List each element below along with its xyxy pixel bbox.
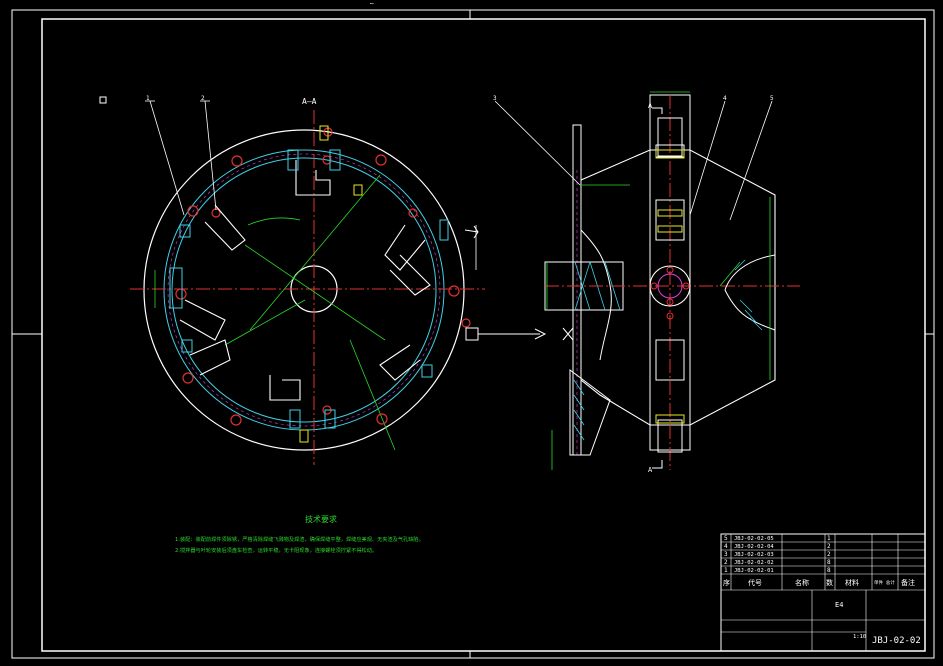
- view-arrow: [465, 327, 574, 341]
- section-view-a-a: A—A 1 2: [130, 95, 485, 465]
- header-remark: 备注: [901, 578, 915, 587]
- parts-row-4-code: JBJ-02-02-02: [734, 560, 774, 566]
- section-mark-bottom: A: [648, 466, 653, 474]
- parts-row-1-qty: 1: [827, 535, 831, 542]
- parts-row-3-qty: 2: [827, 551, 831, 558]
- parts-row-2-no: 4: [724, 543, 728, 550]
- section-label: A—A: [302, 97, 317, 106]
- balloon-4: 4: [723, 95, 727, 102]
- parts-row-3-code: JBJ-02-02-03: [734, 552, 774, 558]
- parts-row-5-no: 1: [724, 567, 728, 574]
- balloon-2: 2: [201, 95, 205, 102]
- section-mark-top: A: [648, 102, 653, 110]
- header-weight: 单件 总计: [874, 579, 895, 586]
- clamp-accents: [299, 125, 363, 443]
- parts-row-5-code: JBJ-02-02-01: [734, 568, 774, 574]
- balloon-1: 1: [146, 95, 150, 102]
- header-no: 序: [723, 578, 730, 587]
- parts-row-4-qty: 8: [827, 559, 831, 566]
- header-name: 名称: [795, 578, 809, 587]
- bolt-holes: [175, 127, 471, 426]
- parts-row-4-no: 2: [724, 559, 728, 566]
- outer-disk: [143, 129, 465, 451]
- drawing-number: JBJ-02-02: [872, 636, 921, 646]
- tech-req-title: 技术要求: [305, 514, 337, 524]
- tech-req-line-2: 2.搅拌器与叶轮安装后须盘车检查，运转平稳，无卡阻现象，连接螺栓须拧紧不得松动。: [175, 546, 377, 554]
- parts-row-1-no: 5: [724, 535, 728, 542]
- parts-row-5-qty: 8: [827, 567, 831, 574]
- toolbar-square-icon[interactable]: [99, 96, 107, 104]
- ring-outer: [163, 149, 445, 431]
- sheet-label: E4: [835, 601, 843, 609]
- blade-brackets: [179, 160, 431, 401]
- balloon-5: 5: [770, 95, 774, 102]
- tech-req-line-1: 1.装配：装配前焊件须除锈，严格清除焊缝飞溅物及焊渣，确保焊缝平整，焊缝应美观、…: [175, 535, 424, 543]
- title-block: 5 JBJ-02-02-05 1 4 JBJ-02-02-04 2 3 JBJ-…: [720, 533, 926, 652]
- header-code: 代号: [748, 578, 762, 587]
- scale-label: 1:10: [853, 634, 866, 640]
- header-qty: 数: [826, 578, 833, 587]
- parts-row-3-no: 3: [724, 551, 728, 558]
- inner-frame: [41, 18, 926, 652]
- side-view: 3 4 5 A A: [493, 91, 800, 474]
- parts-row-2-qty: 2: [827, 543, 831, 550]
- window-title: …: [370, 0, 374, 6]
- parts-row-1-code: JBJ-02-02-05: [734, 536, 774, 542]
- balloon-3: 3: [493, 95, 497, 102]
- technical-requirements: 技术要求 1.装配：装配前焊件须除锈，严格清除焊缝飞溅物及焊渣，确保焊缝平整，焊…: [175, 514, 424, 554]
- header-material: 材料: [845, 578, 859, 587]
- cad-drawing-canvas[interactable]: … A—A 1 2 3 4 5 A A 技术要求 1.装配：装配前焊件须除锈，严…: [0, 0, 943, 666]
- ring-inner: [171, 157, 437, 423]
- leaders: [145, 100, 217, 216]
- parts-row-2-code: JBJ-02-02-04: [734, 544, 774, 550]
